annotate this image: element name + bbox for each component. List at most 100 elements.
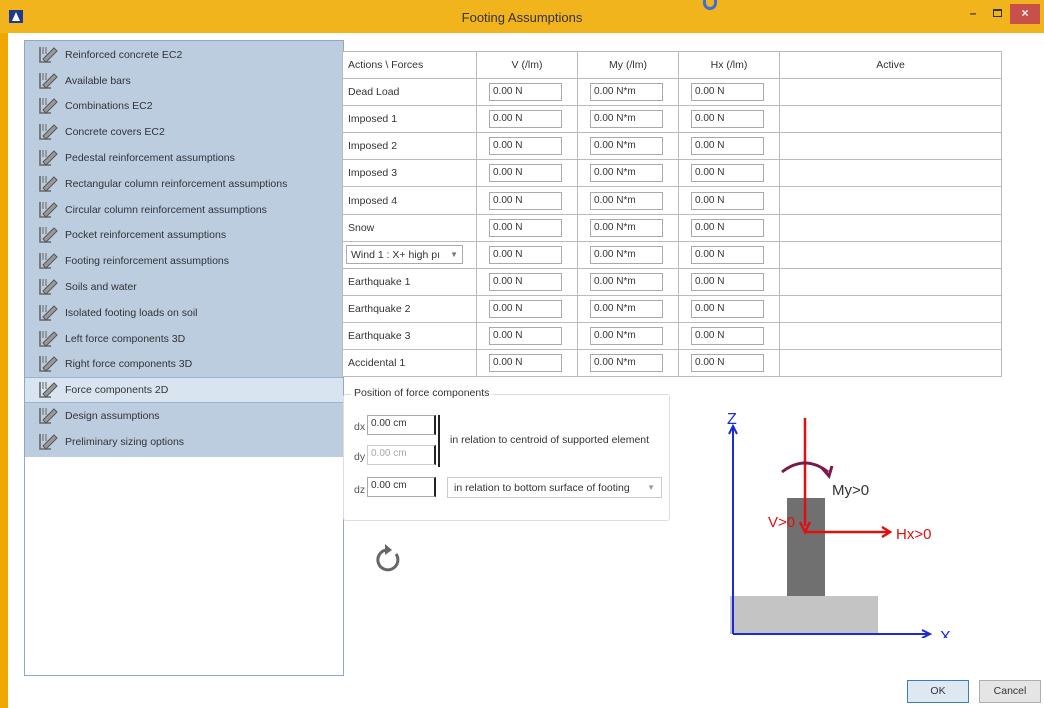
my-input[interactable]: 0.00 N*m xyxy=(590,326,663,345)
assumption-node-icon xyxy=(39,382,58,399)
my-input[interactable]: 0.00 N*m xyxy=(590,83,663,102)
refresh-icon[interactable] xyxy=(374,541,404,575)
tree-item[interactable]: Isolated footing loads on soil xyxy=(25,300,343,326)
v-input[interactable]: 0.00 N xyxy=(489,164,562,183)
hx-cell: 0.00 N xyxy=(678,267,780,296)
v-input[interactable]: 0.00 N xyxy=(489,245,562,264)
wind-action-dropdown[interactable]: Wind 1 : X+ high pı ▼ xyxy=(346,245,463,265)
my-input[interactable]: 0.00 N*m xyxy=(590,354,663,373)
assumption-node-icon xyxy=(39,150,58,166)
action-cell: Imposed 2 xyxy=(342,132,477,161)
dx-field[interactable]: 0.00 cm xyxy=(367,415,436,435)
hx-input[interactable]: 0.00 N xyxy=(691,137,764,156)
tree-item[interactable]: Combinations EC2 xyxy=(25,94,343,120)
my-input[interactable]: 0.00 N*m xyxy=(590,191,663,210)
dz-relation-dropdown[interactable]: in relation to bottom surface of footing… xyxy=(447,477,662,498)
v-input[interactable]: 0.00 N xyxy=(489,354,562,373)
active-cell[interactable] xyxy=(779,294,1002,323)
tree-item[interactable]: Reinforced concrete EC2 xyxy=(25,42,343,68)
tree-item[interactable]: Available bars xyxy=(25,68,343,94)
hx-input[interactable]: 0.00 N xyxy=(691,272,764,291)
active-cell[interactable] xyxy=(779,321,1002,351)
hx-input[interactable]: 0.00 N xyxy=(691,164,764,183)
tree-item-label: Soils and water xyxy=(65,281,137,294)
my-input[interactable]: 0.00 N*m xyxy=(590,110,663,129)
hx-cell: 0.00 N xyxy=(678,321,780,351)
maximize-button[interactable] xyxy=(987,4,1007,24)
assumption-node-icon xyxy=(39,304,58,321)
tree-item[interactable]: Soils and water xyxy=(25,274,343,300)
assumption-node-icon xyxy=(39,279,58,295)
tree-item[interactable]: Force components 2D xyxy=(25,377,343,404)
v-input[interactable]: 0.00 N xyxy=(489,218,562,237)
assumption-node-icon xyxy=(39,72,58,89)
tree-item[interactable]: Rectangular column reinforcement assumpt… xyxy=(25,171,343,197)
tree-item[interactable]: Preliminary sizing options xyxy=(25,429,343,455)
v-cell: 0.00 N xyxy=(476,321,578,351)
v-input[interactable]: 0.00 N xyxy=(489,326,562,345)
active-cell[interactable] xyxy=(779,213,1002,242)
tree-item[interactable]: Right force components 3D xyxy=(25,352,343,378)
v-input[interactable]: 0.00 N xyxy=(489,191,562,210)
my-input[interactable]: 0.00 N*m xyxy=(590,218,663,237)
cancel-button[interactable]: Cancel xyxy=(979,680,1041,703)
forces-grid: Actions \ Forces V (/lm) My (/lm) Hx (/l… xyxy=(342,50,1002,378)
close-button[interactable]: × xyxy=(1010,4,1040,24)
table-row: Imposed 1 0.00 N 0.00 N*m 0.00 N xyxy=(342,105,1002,134)
my-input[interactable]: 0.00 N*m xyxy=(590,164,663,183)
tree-item-label: Preliminary sizing options xyxy=(65,435,185,448)
tree-item-label: Left force components 3D xyxy=(65,332,186,345)
v-input[interactable]: 0.00 N xyxy=(489,110,562,129)
window-title: Footing Assumptions xyxy=(461,10,583,25)
active-cell[interactable] xyxy=(779,349,1002,378)
minimize-button[interactable]: – xyxy=(960,4,986,24)
hx-input[interactable]: 0.00 N xyxy=(691,83,764,102)
my-input[interactable]: 0.00 N*m xyxy=(590,272,663,291)
tree-item[interactable]: Concrete covers EC2 xyxy=(25,119,343,145)
assumptions-tree[interactable]: Reinforced concrete EC2 Available bars Com… xyxy=(24,40,344,676)
header-actions: Actions \ Forces xyxy=(342,50,477,80)
tree-item[interactable]: Circular column reinforcement assumption… xyxy=(25,197,343,223)
dz-label: dz xyxy=(354,484,366,496)
tree-item-label: Circular column reinforcement assumption… xyxy=(65,203,267,216)
hx-input[interactable]: 0.00 N xyxy=(691,354,764,373)
dz-field[interactable]: 0.00 cm xyxy=(367,477,436,497)
tree-item[interactable]: Footing reinforcement assumptions xyxy=(25,248,343,274)
hx-input[interactable]: 0.00 N xyxy=(691,191,764,210)
active-cell[interactable] xyxy=(779,105,1002,134)
chevron-down-icon: ▼ xyxy=(450,250,458,260)
header-my: My (/lm) xyxy=(577,50,679,80)
hx-input[interactable]: 0.00 N xyxy=(691,245,764,264)
hx-input[interactable]: 0.00 N xyxy=(691,326,764,345)
my-input[interactable]: 0.00 N*m xyxy=(590,245,663,264)
hx-input[interactable]: 0.00 N xyxy=(691,218,764,237)
tree-item[interactable]: Pocket reinforcement assumptions xyxy=(25,223,343,249)
my-input[interactable]: 0.00 N*m xyxy=(590,137,663,156)
v-input[interactable]: 0.00 N xyxy=(489,83,562,102)
v-cell: 0.00 N xyxy=(476,294,578,323)
dy-label: dy xyxy=(354,451,366,463)
hx-input[interactable]: 0.00 N xyxy=(691,299,764,318)
table-row: Wind 1 : X+ high pı ▼ 0.00 N 0.00 N*m 0.00 N xyxy=(342,240,1002,269)
hx-input[interactable]: 0.00 N xyxy=(691,110,764,129)
active-cell[interactable] xyxy=(779,240,1002,269)
dy-field[interactable]: 0.00 cm xyxy=(367,445,436,465)
tree-item-label: Combinations EC2 xyxy=(65,100,153,113)
v-cell: 0.00 N xyxy=(476,186,578,215)
tree-item[interactable]: Design assumptions xyxy=(25,403,343,429)
force-sign-diagram: Z X My>0 V>0 Hx>0 xyxy=(727,411,951,638)
active-cell[interactable] xyxy=(779,159,1002,188)
ok-button[interactable]: OK xyxy=(907,680,969,703)
v-input[interactable]: 0.00 N xyxy=(489,272,562,291)
v-input[interactable]: 0.00 N xyxy=(489,299,562,318)
v-input[interactable]: 0.00 N xyxy=(489,137,562,156)
active-cell[interactable] xyxy=(779,132,1002,161)
table-row: Imposed 2 0.00 N 0.00 N*m 0.00 N xyxy=(342,132,1002,161)
active-cell[interactable] xyxy=(779,267,1002,296)
my-label: My>0 xyxy=(832,482,869,499)
active-cell[interactable] xyxy=(779,78,1002,107)
my-input[interactable]: 0.00 N*m xyxy=(590,299,663,318)
tree-item[interactable]: Left force components 3D xyxy=(25,326,343,352)
tree-item[interactable]: Pedestal reinforcement assumptions xyxy=(25,145,343,171)
active-cell[interactable] xyxy=(779,186,1002,215)
